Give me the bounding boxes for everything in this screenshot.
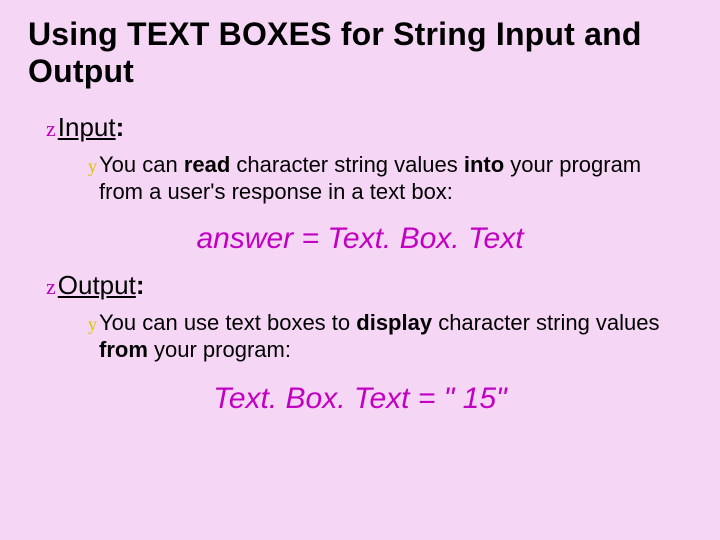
input-code-line: answer = Text. Box. Text xyxy=(28,222,692,256)
t: read xyxy=(184,152,230,177)
slide: Using TEXT BOXES for String Input and Ou… xyxy=(0,0,720,416)
section-input-header: z Input: xyxy=(46,112,692,143)
slide-title: Using TEXT BOXES for String Input and Ou… xyxy=(28,16,692,90)
output-code-line: Text. Box. Text = " 15" xyxy=(28,382,692,416)
section-input-body: y You can read character string values i… xyxy=(88,151,668,206)
bullet-y-icon: y xyxy=(88,315,97,333)
t: You can use text boxes to xyxy=(99,310,356,335)
section-input-colon: : xyxy=(116,112,125,142)
bullet-y-icon: y xyxy=(88,157,97,175)
t: your program: xyxy=(148,337,291,362)
input-body-text: You can read character string values int… xyxy=(99,151,668,206)
t: character string values xyxy=(432,310,659,335)
section-input-underline: Input xyxy=(58,112,116,142)
section-output-underline: Output xyxy=(58,270,136,300)
bullet-z-icon: z xyxy=(46,118,56,140)
section-output-colon: : xyxy=(136,270,145,300)
t: from xyxy=(99,337,148,362)
section-input-label: Input: xyxy=(58,112,125,143)
t: into xyxy=(464,152,504,177)
section-output-body: y You can use text boxes to display char… xyxy=(88,309,668,364)
t: You can xyxy=(99,152,184,177)
section-output-header: z Output: xyxy=(46,270,692,301)
t: character string values xyxy=(230,152,464,177)
t: display xyxy=(356,310,432,335)
output-body-text: You can use text boxes to display charac… xyxy=(99,309,668,364)
section-output-label: Output: xyxy=(58,270,145,301)
bullet-z-icon: z xyxy=(46,276,56,298)
